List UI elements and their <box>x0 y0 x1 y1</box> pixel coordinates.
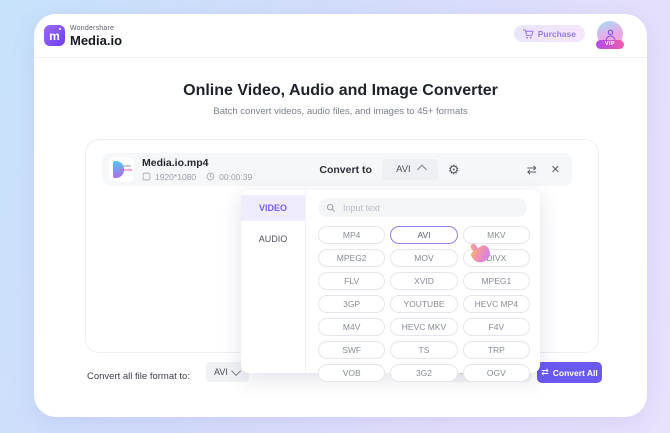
chevron-down-icon <box>230 365 241 376</box>
resolution-icon <box>142 172 151 181</box>
format-grid: MP4 AVI MKV MPEG2 MOV DIVX FLV XVID MPEG1 3GP YOUT… <box>318 226 530 382</box>
format-chip-3gp[interactable]: 3GP <box>318 295 386 313</box>
app-card: m Wondershare Media.io Purchase VIP Onli… <box>34 14 647 417</box>
person-icon <box>605 29 615 40</box>
format-chip-mpeg1[interactable]: MPEG1 <box>462 272 530 290</box>
format-chip-m4v[interactable]: M4V <box>318 318 386 336</box>
format-picker-panel: VIDEOAUDIO MP4AVIMKVMPEG2MOVDIVXFLVXVIDM… <box>241 190 540 382</box>
format-chip-youtube[interactable]: YOUTUBE <box>390 295 458 313</box>
search-icon <box>326 203 335 212</box>
format-chip-avi[interactable]: AVI <box>390 226 458 244</box>
file-name: Media.io.mp4 <box>142 156 209 169</box>
purchase-button[interactable]: Purchase <box>513 25 585 42</box>
brand[interactable]: m Wondershare Media.io <box>44 25 122 47</box>
convert-to-label: Convert to <box>319 163 372 176</box>
thumb-brand-label: media <box>120 167 132 172</box>
format-chip-f4v[interactable]: F4V <box>462 318 530 336</box>
page-subtitle: Batch convert videos, audio files, and i… <box>213 106 468 117</box>
format-chip-trp[interactable]: TRP <box>462 341 530 359</box>
convert-all-format-label: Convert all file format to: <box>87 371 190 382</box>
format-chip-mkv[interactable]: MKV <box>462 226 530 244</box>
convert-all-button[interactable]: ⇄ Convert All <box>537 362 602 383</box>
row-format-value: AVI <box>396 164 411 175</box>
format-search-input[interactable] <box>341 201 495 214</box>
format-chip-mp4[interactable]: MP4 <box>318 226 386 244</box>
format-chip-vob[interactable]: VOB <box>318 364 386 382</box>
format-chip-ogv[interactable]: OGV <box>462 364 530 382</box>
brand-mediaio: Media.io <box>70 33 123 48</box>
brand-wondershare: Wondershare <box>70 25 115 32</box>
format-chip-flv[interactable]: FLV <box>318 272 386 290</box>
convert-arrows-icon: ⇄ <box>541 367 549 377</box>
duration-icon <box>206 172 215 181</box>
page-background: m Wondershare Media.io Purchase VIP Onli… <box>0 0 670 433</box>
format-chip-hevc-mkv[interactable]: HEVC MKV <box>390 318 458 336</box>
cart-icon <box>522 28 534 39</box>
format-chip-swf[interactable]: SWF <box>318 341 386 359</box>
swap-convert-icon[interactable]: ⇄ <box>527 163 537 177</box>
format-chip-ts[interactable]: TS <box>390 341 458 359</box>
remove-file-icon[interactable]: ✕ <box>551 163 560 176</box>
format-chip-3g2[interactable]: 3G2 <box>390 364 458 382</box>
file-row: media media Media.io.mp4 1920*1080 00:00:… <box>102 153 572 186</box>
row-format-dropdown[interactable]: AVI <box>381 159 438 180</box>
tab-video[interactable]: VIDEO <box>241 195 305 221</box>
format-search[interactable] <box>318 198 527 217</box>
page-title: Online Video, Audio and Image Converter <box>183 82 498 99</box>
header: m Wondershare Media.io Purchase VIP <box>34 14 647 58</box>
purchase-label: Purchase <box>537 28 576 39</box>
format-chip-hevc-mp4[interactable]: HEVC MP4 <box>462 295 530 313</box>
chevron-up-icon <box>416 164 427 175</box>
file-duration: 00:00:39 <box>219 171 253 182</box>
mediaio-logo-icon: m <box>44 25 65 46</box>
file-resolution: 1920*1080 <box>155 171 197 182</box>
file-thumbnail: media media <box>109 157 134 182</box>
format-chip-divx[interactable]: DIVX <box>462 249 530 267</box>
settings-gear-icon[interactable]: ⚙ <box>448 163 460 176</box>
format-tab-column: VIDEO AUDIO <box>241 190 306 373</box>
vip-badge: VIP <box>596 40 624 49</box>
format-chip-mpeg2[interactable]: MPEG2 <box>318 249 386 267</box>
format-chip-xvid[interactable]: XVID <box>390 272 458 290</box>
format-chip-mov[interactable]: MOV <box>390 249 458 267</box>
footer-format-value: AVI <box>214 367 228 377</box>
tab-audio[interactable]: AUDIO <box>241 226 305 252</box>
convert-all-label: Convert All <box>552 367 598 378</box>
